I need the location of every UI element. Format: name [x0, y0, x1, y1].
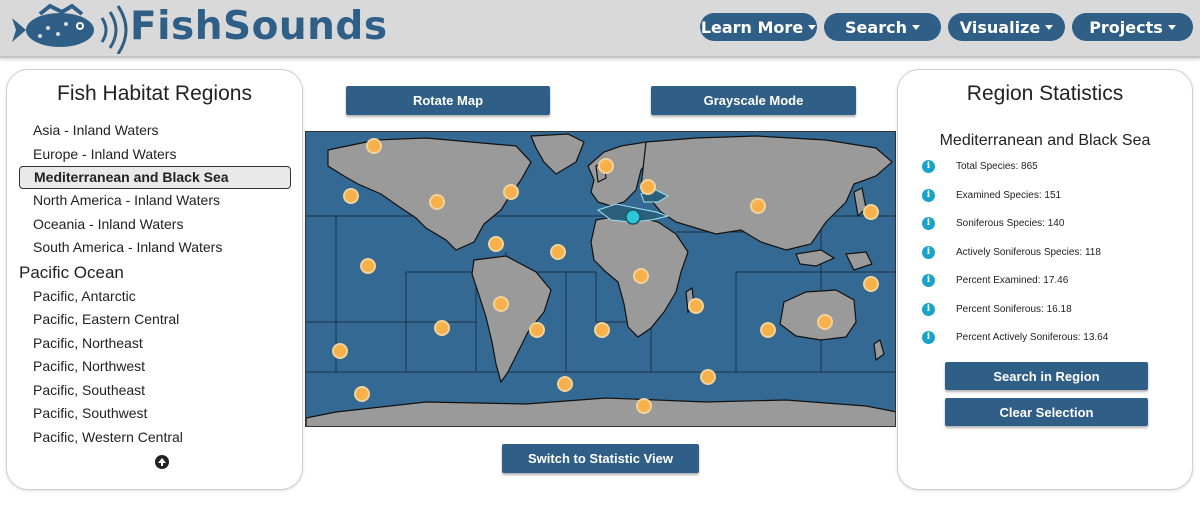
switch-to-statistic-view-button[interactable]: Switch to Statistic View — [502, 444, 699, 473]
region-marker[interactable] — [640, 179, 656, 195]
brand-name[interactable]: FishSounds — [130, 4, 388, 49]
nav-projects[interactable]: Projects — [1072, 13, 1193, 41]
region-marker[interactable] — [817, 314, 833, 330]
region-marker[interactable] — [488, 236, 504, 252]
region-marker[interactable] — [360, 258, 376, 274]
region-item-pacific-southeast[interactable]: Pacific, Southeast — [19, 379, 291, 403]
region-marker[interactable] — [434, 320, 450, 336]
region-group-pacific[interactable]: Pacific Ocean — [19, 260, 291, 285]
info-icon[interactable]: i — [922, 216, 935, 230]
stat-row: i Examined Species: 151 — [922, 187, 1061, 203]
region-item-mediterranean[interactable]: Mediterranean and Black Sea — [19, 166, 291, 189]
stat-percent-actively-soniferous: Percent Actively Soniferous: 13.64 — [956, 331, 1109, 343]
nav-label: Projects — [1089, 17, 1163, 37]
stat-row: i Actively Soniferous Species: 118 — [922, 244, 1101, 260]
region-marker[interactable] — [343, 188, 359, 204]
caret-down-icon — [808, 24, 817, 30]
info-icon[interactable]: i — [922, 159, 935, 173]
clear-selection-button[interactable]: Clear Selection — [945, 398, 1148, 426]
panel-title: Region Statistics — [966, 82, 1124, 105]
region-item-pacific-northeast[interactable]: Pacific, Northeast — [19, 332, 291, 356]
region-marker[interactable] — [636, 398, 652, 414]
region-marker[interactable] — [503, 184, 519, 200]
stat-examined-species: Examined Species: 151 — [956, 189, 1062, 201]
scroll-up-icon[interactable] — [155, 455, 169, 469]
region-marker[interactable] — [529, 322, 545, 338]
nav-visualize[interactable]: Visualize — [948, 13, 1065, 41]
stat-total-species: Total Species: 865 — [956, 160, 1038, 172]
region-item-pacific-western-central[interactable]: Pacific, Western Central — [19, 426, 291, 450]
region-list: Asia - Inland Waters Europe - Inland Wat… — [19, 119, 291, 449]
info-icon[interactable]: i — [922, 330, 935, 344]
region-item-pacific-eastern-central[interactable]: Pacific, Eastern Central — [19, 308, 291, 332]
caret-down-icon — [1167, 24, 1176, 30]
region-item-south-america-inland[interactable]: South America - Inland Waters — [19, 236, 291, 260]
region-marker[interactable] — [688, 298, 704, 314]
stat-row: i Soniferous Species: 140 — [922, 215, 1064, 231]
habitat-regions-panel: Fish Habitat Regions Asia - Inland Water… — [6, 69, 303, 490]
region-item-europe-inland[interactable]: Europe - Inland Waters — [19, 143, 291, 167]
region-marker[interactable] — [750, 198, 766, 214]
region-marker[interactable] — [429, 194, 445, 210]
nav-learn-more[interactable]: Learn More — [700, 13, 817, 41]
top-navbar: FishSounds Learn More Search Visualize P… — [0, 0, 1200, 58]
region-marker[interactable] — [493, 296, 509, 312]
search-in-region-button[interactable]: Search in Region — [945, 362, 1148, 390]
region-marker[interactable] — [332, 343, 348, 359]
info-icon[interactable]: i — [922, 245, 935, 259]
stat-percent-examined: Percent Examined: 17.46 — [956, 274, 1069, 286]
region-marker[interactable] — [700, 369, 716, 385]
world-map-svg[interactable] — [306, 132, 896, 427]
region-marker[interactable] — [863, 276, 879, 292]
region-marker[interactable] — [760, 322, 776, 338]
stat-soniferous-species: Soniferous Species: 140 — [956, 217, 1065, 229]
nav-label: Search — [845, 17, 907, 37]
region-item-north-america-inland[interactable]: North America - Inland Waters — [19, 189, 291, 213]
region-marker[interactable] — [366, 138, 382, 154]
region-marker[interactable] — [354, 386, 370, 402]
region-marker[interactable] — [598, 158, 614, 174]
stat-row: i Total Species: 865 — [922, 158, 1038, 174]
region-item-pacific-antarctic[interactable]: Pacific, Antarctic — [19, 285, 291, 309]
stat-row: i Percent Actively Soniferous: 13.64 — [922, 329, 1108, 345]
info-icon[interactable]: i — [922, 273, 935, 287]
stat-row: i Percent Examined: 17.46 — [922, 272, 1068, 288]
nav-search[interactable]: Search — [824, 13, 941, 41]
region-marker[interactable] — [594, 322, 610, 338]
panel-title: Fish Habitat Regions — [57, 82, 252, 105]
region-marker[interactable] — [863, 204, 879, 220]
rotate-map-button[interactable]: Rotate Map — [346, 86, 550, 115]
caret-down-icon — [911, 24, 920, 30]
selected-region-name: Mediterranean and Black Sea — [939, 132, 1151, 149]
region-item-oceania-inland[interactable]: Oceania - Inland Waters — [19, 213, 291, 237]
region-marker[interactable] — [557, 376, 573, 392]
info-icon[interactable]: i — [922, 188, 935, 202]
region-statistics-panel: Region Statistics Mediterranean and Blac… — [897, 69, 1193, 490]
info-icon[interactable]: i — [922, 302, 935, 316]
stat-actively-soniferous-species: Actively Soniferous Species: 118 — [956, 246, 1101, 258]
region-item-pacific-southwest[interactable]: Pacific, Southwest — [19, 402, 291, 426]
nav-label: Visualize — [959, 17, 1041, 37]
world-map[interactable] — [305, 131, 896, 427]
region-marker[interactable] — [550, 244, 566, 260]
fish-logo-icon[interactable] — [10, 2, 130, 54]
caret-down-icon — [1045, 24, 1054, 30]
grayscale-mode-button[interactable]: Grayscale Mode — [651, 86, 856, 115]
nav-label: Learn More — [700, 17, 804, 37]
stat-row: i Percent Soniferous: 16.18 — [922, 301, 1072, 317]
region-item-asia-inland[interactable]: Asia - Inland Waters — [19, 119, 291, 143]
region-item-pacific-northwest[interactable]: Pacific, Northwest — [19, 355, 291, 379]
selected-region-marker[interactable] — [625, 209, 641, 225]
stat-percent-soniferous: Percent Soniferous: 16.18 — [956, 303, 1072, 315]
region-marker[interactable] — [633, 268, 649, 284]
